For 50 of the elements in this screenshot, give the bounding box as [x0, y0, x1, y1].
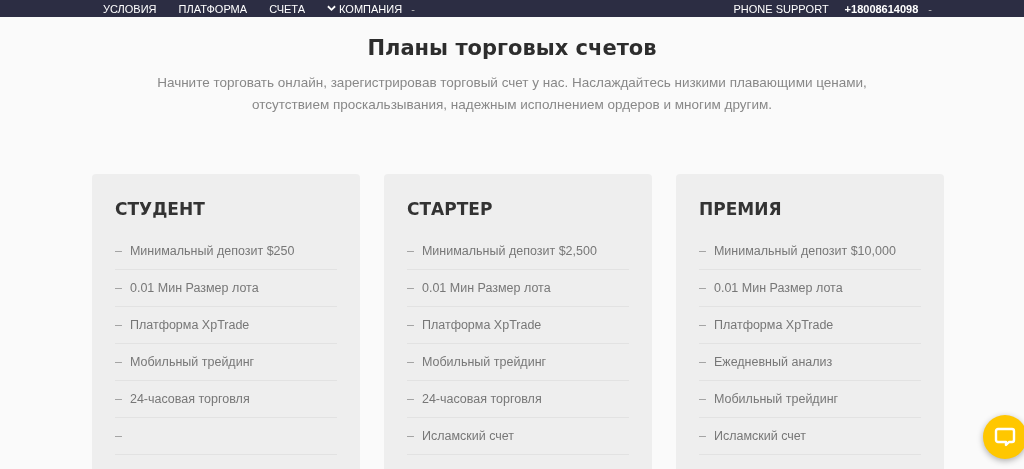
plan-feature: 0.01 Мин Размер лота — [421, 281, 551, 295]
dash-marker: – — [699, 392, 706, 406]
plan-feature: Ежедневный анализ — [713, 355, 833, 369]
dash-marker: – — [407, 281, 414, 295]
plan-feature: Исламский счет — [421, 429, 515, 443]
plan-feature: 0.01 Мин Размер лота — [129, 281, 259, 295]
plan-feature: Минимальный депозит $250 — [129, 244, 295, 258]
page-subtitle: Начните торговать онлайн, зарегистрировав торговый счет у нас. Наслаждайтесь низкими плавающими ценами, отсутствием проскальзывания, надежным исполнением ордеров и многим другим. — [156, 74, 868, 114]
dash-marker: – — [407, 429, 414, 443]
plan-feature: Мобильный трейдинг — [713, 392, 839, 406]
support-label: PHONE SUPPORT — [733, 2, 829, 15]
phone-link[interactable]: +18008614098 — [844, 2, 919, 15]
dash-marker: – — [407, 392, 414, 406]
plan-feature: 24-часовая торговля — [421, 392, 542, 406]
dash-marker: – — [699, 429, 706, 443]
plan-feature: Мобильный трейдинг — [421, 355, 547, 369]
plan-feature: Минимальный депозит $2,500 — [421, 244, 597, 258]
plan-feature: Платформа XpTrade — [713, 318, 834, 332]
dash-marker: – — [407, 244, 414, 258]
plan-feature: 0.01 Мин Размер лота — [713, 281, 843, 295]
dash-marker: – — [115, 244, 122, 258]
chat-bubble-icon — [993, 425, 1017, 449]
plan-feature: Платформа XpTrade — [129, 318, 250, 332]
dash-marker: – — [699, 244, 706, 258]
plan-feature: Мобильный трейдинг — [129, 355, 255, 369]
dash-marker: – — [115, 281, 122, 295]
dash-marker: – — [115, 355, 122, 369]
dash-marker: – — [115, 392, 122, 406]
dash-marker: – — [407, 355, 414, 369]
nav-link[interactable]: УСЛОВИЯ — [103, 2, 157, 15]
plan-name: СТУДЕНТ — [115, 199, 206, 219]
chevron-down-icon — [327, 5, 337, 12]
dash-marker: – — [699, 355, 706, 369]
page-title: Планы торговых счетов — [366, 36, 658, 60]
chat-button[interactable] — [983, 415, 1024, 459]
nav-link[interactable]: СЧЕТА — [269, 2, 306, 15]
dash-marker: – — [115, 318, 122, 332]
plan-name: СТАРТЕР — [407, 199, 494, 219]
dash-marker: – — [699, 281, 706, 295]
dash-marker: – — [115, 429, 122, 443]
plan-feature: Платформа XpTrade — [421, 318, 542, 332]
dash-marker: – — [699, 318, 706, 332]
plan-feature: Минимальный депозит $10,000 — [713, 244, 896, 258]
nav-link[interactable]: КОМПАНИЯ - — [327, 2, 415, 15]
dropdown-mark[interactable]: - — [928, 2, 932, 15]
dash-marker: – — [407, 318, 414, 332]
plan-feature: Исламский счет — [713, 429, 807, 443]
plan-feature: 24-часовая торговля — [129, 392, 250, 406]
nav-link[interactable]: ПЛАТФОРМА — [178, 2, 248, 15]
plan-name: ПРЕМИЯ — [699, 199, 783, 219]
